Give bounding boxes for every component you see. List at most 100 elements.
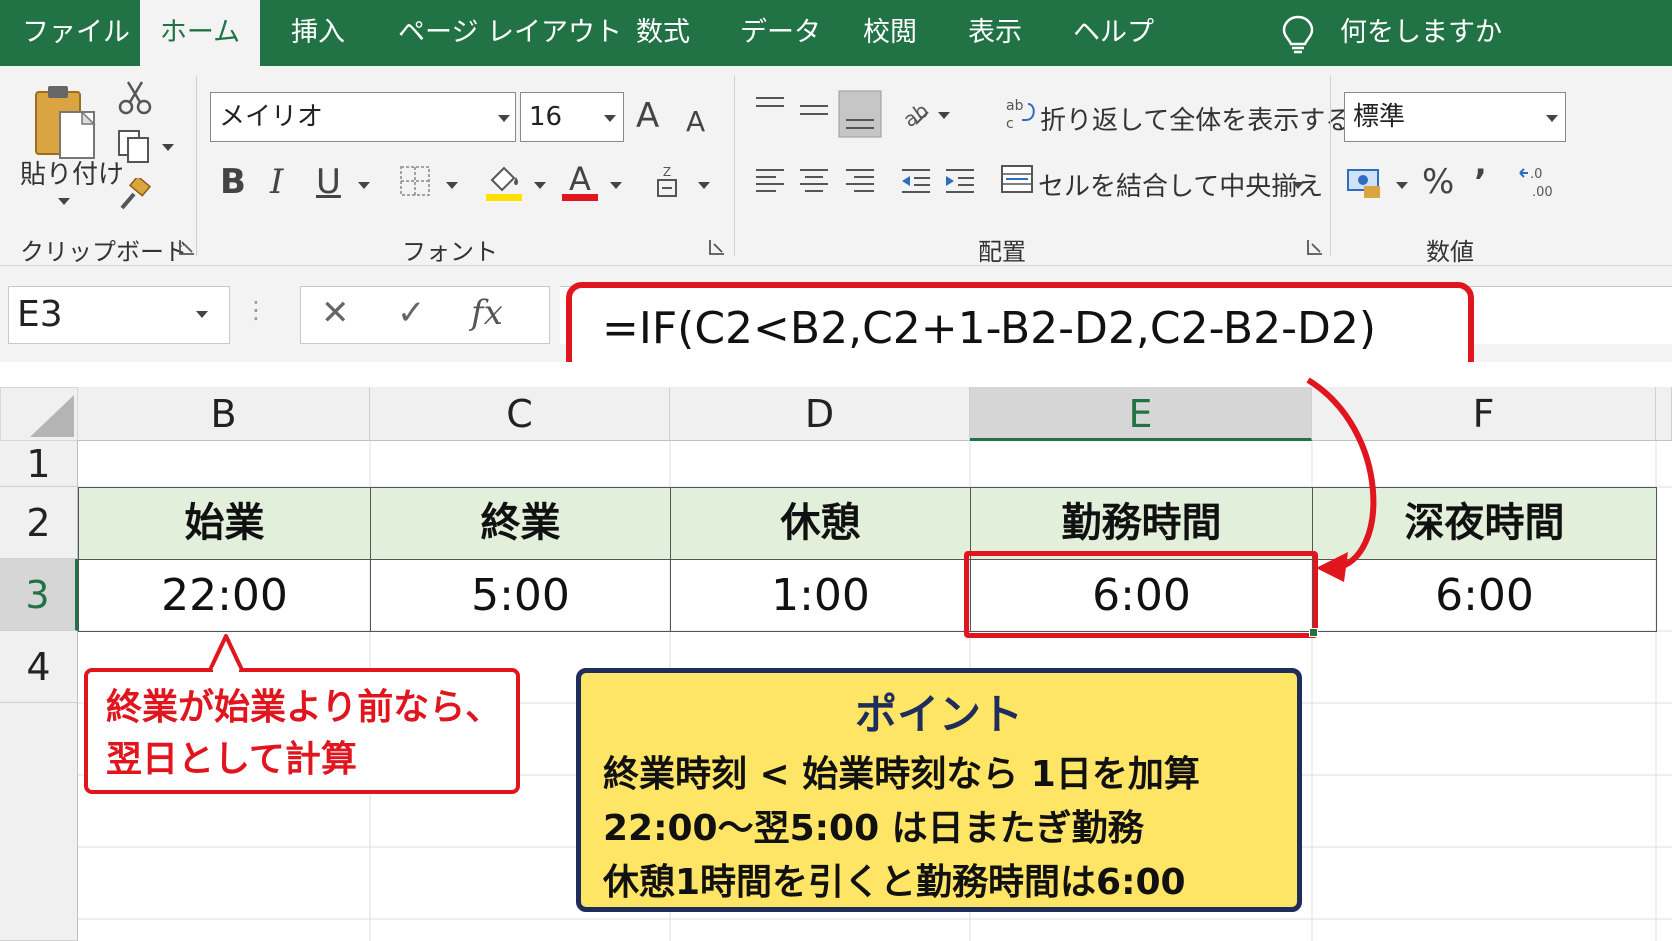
cut-icon[interactable] bbox=[118, 80, 152, 116]
enter-button[interactable]: ✓ bbox=[397, 293, 426, 333]
copy-dropdown-icon[interactable] bbox=[162, 144, 174, 151]
tab-formulas[interactable]: 数式 bbox=[636, 0, 690, 66]
comma-style-button[interactable]: ’ bbox=[1474, 162, 1487, 202]
align-center-icon[interactable] bbox=[796, 166, 832, 196]
row-header-2[interactable]: 2 bbox=[0, 487, 78, 559]
orientation-icon[interactable]: ab bbox=[898, 96, 932, 130]
currency-dropdown-icon[interactable] bbox=[1396, 182, 1408, 189]
insert-function-button[interactable]: fx bbox=[471, 293, 503, 333]
tab-page-layout[interactable]: ページ レイアウト bbox=[398, 0, 622, 66]
shrink-font-button[interactable]: A bbox=[686, 102, 705, 142]
cell-f3[interactable]: 6:00 bbox=[1312, 559, 1657, 632]
row-header-blank bbox=[0, 703, 78, 941]
alignment-group-label: 配置 bbox=[978, 238, 1026, 266]
orientation-dropdown-icon[interactable] bbox=[938, 112, 950, 119]
column-header-b[interactable]: B bbox=[78, 387, 370, 441]
name-box-dropdown-icon[interactable] bbox=[196, 311, 208, 318]
explanation-callout: 終業が始業より前なら、 翌日として計算 bbox=[84, 668, 520, 794]
underline-dropdown-icon[interactable] bbox=[358, 182, 370, 189]
number-format-dropdown[interactable]: 標準 bbox=[1344, 92, 1566, 142]
currency-format-icon[interactable] bbox=[1346, 164, 1386, 200]
point-line-1: 終業時刻 < 始業時刻なら 1日を加算 bbox=[603, 754, 1200, 795]
number-group-label: 数値 bbox=[1426, 238, 1474, 266]
font-name-dropdown[interactable]: メイリオ bbox=[210, 92, 516, 142]
column-header-e[interactable]: E bbox=[970, 387, 1312, 441]
paste-label[interactable]: 貼り付け bbox=[20, 154, 124, 191]
align-right-icon[interactable] bbox=[842, 166, 878, 196]
font-color-dropdown-icon[interactable] bbox=[610, 182, 622, 189]
cell-e2[interactable]: 勤務時間 bbox=[970, 487, 1313, 560]
active-cell-highlight bbox=[964, 551, 1318, 638]
cell-b2[interactable]: 始業 bbox=[78, 487, 371, 560]
column-header-g[interactable] bbox=[1656, 387, 1672, 441]
paste-dropdown-icon[interactable] bbox=[58, 198, 70, 205]
svg-text:Z: Z bbox=[663, 165, 671, 179]
italic-button[interactable]: I bbox=[270, 162, 283, 202]
ribbon-separator bbox=[196, 76, 197, 256]
chevron-down-icon[interactable] bbox=[604, 115, 616, 122]
font-group-label: フォント bbox=[402, 238, 498, 266]
row-header-4[interactable]: 4 bbox=[0, 631, 78, 703]
cell-f2[interactable]: 深夜時間 bbox=[1312, 487, 1657, 560]
merge-dropdown-icon[interactable] bbox=[1292, 182, 1304, 189]
format-painter-icon[interactable] bbox=[118, 178, 152, 212]
tab-help[interactable]: ヘルプ bbox=[1073, 0, 1154, 66]
fill-handle[interactable] bbox=[1309, 628, 1318, 637]
point-line-3: 休憩1時間を引くと勤務時間は6:00 bbox=[603, 862, 1186, 903]
align-top-icon[interactable] bbox=[752, 94, 788, 124]
cell-b3[interactable]: 22:00 bbox=[78, 559, 371, 632]
merge-center-icon[interactable] bbox=[1000, 162, 1034, 196]
lightbulb-icon[interactable] bbox=[1280, 14, 1316, 54]
merge-center-button[interactable]: セルを結合して中央揃え bbox=[1038, 166, 1323, 203]
tab-insert[interactable]: 挿入 bbox=[291, 0, 345, 66]
select-all-icon[interactable] bbox=[0, 387, 78, 441]
formula-text: =IF(C2<B2,C2+1-B2-D2,C2-B2-D2) bbox=[602, 303, 1376, 354]
alignment-launcher-icon[interactable] bbox=[1306, 238, 1324, 256]
phonetic-dropdown-icon[interactable] bbox=[698, 182, 710, 189]
chevron-down-icon[interactable] bbox=[1546, 115, 1558, 122]
phonetic-guide-icon[interactable]: Z bbox=[652, 164, 682, 200]
grow-font-button[interactable]: A bbox=[636, 96, 659, 136]
explanation-callout-text: 終業が始業より前なら、 翌日として計算 bbox=[106, 687, 502, 780]
row-header-1[interactable]: 1 bbox=[0, 441, 78, 487]
font-color-icon[interactable]: A bbox=[560, 160, 600, 202]
align-bottom-icon[interactable] bbox=[838, 90, 882, 138]
tab-file[interactable]: ファイル bbox=[22, 0, 130, 66]
underline-button[interactable]: U bbox=[316, 162, 341, 202]
svg-text:A: A bbox=[569, 160, 591, 198]
tab-review[interactable]: 校閲 bbox=[863, 0, 917, 66]
align-left-icon[interactable] bbox=[752, 166, 788, 196]
row-header-3[interactable]: 3 bbox=[0, 559, 78, 631]
paste-icon[interactable] bbox=[30, 82, 100, 164]
cell-c2[interactable]: 終業 bbox=[370, 487, 671, 560]
increase-indent-icon[interactable] bbox=[942, 166, 978, 196]
cell-c3[interactable]: 5:00 bbox=[370, 559, 671, 632]
column-header-f[interactable]: F bbox=[1312, 387, 1656, 441]
chevron-down-icon[interactable] bbox=[498, 115, 510, 122]
increase-decimal-icon[interactable]: .0 .00 bbox=[1518, 164, 1558, 200]
copy-icon[interactable] bbox=[116, 128, 152, 164]
align-middle-icon[interactable] bbox=[796, 94, 832, 124]
percent-style-button[interactable]: % bbox=[1422, 162, 1454, 202]
column-header-d[interactable]: D bbox=[670, 387, 970, 441]
column-header-c[interactable]: C bbox=[370, 387, 670, 441]
cell-d3[interactable]: 1:00 bbox=[670, 559, 971, 632]
bold-button[interactable]: B bbox=[220, 162, 246, 202]
fill-color-dropdown-icon[interactable] bbox=[534, 182, 546, 189]
svg-text:ab: ab bbox=[1006, 98, 1024, 114]
font-launcher-icon[interactable] bbox=[708, 238, 726, 256]
borders-dropdown-icon[interactable] bbox=[446, 182, 458, 189]
svg-text:.0: .0 bbox=[1530, 167, 1542, 182]
tab-home[interactable]: ホーム bbox=[140, 0, 260, 66]
cell-d2[interactable]: 休憩 bbox=[670, 487, 971, 560]
borders-icon[interactable] bbox=[398, 164, 432, 198]
fill-color-icon[interactable] bbox=[484, 162, 524, 202]
decrease-indent-icon[interactable] bbox=[898, 166, 934, 196]
clipboard-launcher-icon[interactable] bbox=[178, 238, 196, 256]
tab-view[interactable]: 表示 bbox=[968, 0, 1022, 66]
wrap-text-button[interactable]: 折り返して全体を表示する bbox=[1040, 100, 1351, 137]
tell-me-search[interactable]: 何をしますか bbox=[1340, 0, 1502, 66]
cancel-button[interactable]: ✕ bbox=[321, 293, 350, 333]
wrap-text-icon[interactable]: ab c bbox=[1004, 96, 1038, 132]
tab-data[interactable]: データ bbox=[740, 0, 821, 66]
